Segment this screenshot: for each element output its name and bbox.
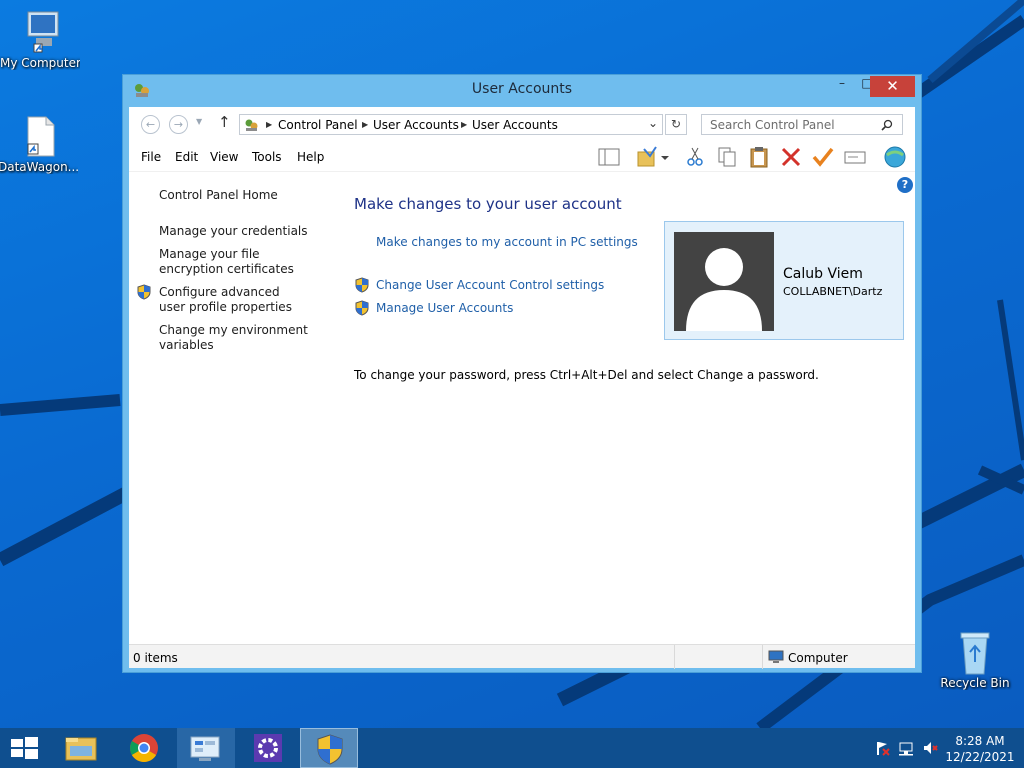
desktop-icon-label: My Computer bbox=[0, 56, 80, 70]
sidebar-manage-credentials[interactable]: Manage your credentials bbox=[159, 224, 329, 239]
layout-pane-icon[interactable] bbox=[597, 146, 621, 168]
forward-button[interactable]: → bbox=[169, 115, 188, 134]
close-button[interactable]: ✕ bbox=[870, 76, 915, 97]
status-divider bbox=[674, 645, 675, 669]
menu-tools[interactable]: Tools bbox=[252, 150, 282, 164]
computer-icon bbox=[768, 650, 784, 663]
desktop-icon-label: Recycle Bin bbox=[940, 676, 1010, 690]
user-accounts-window: User Accounts – □ ✕ ← → ▼ ↑ ▶ Control Pa… bbox=[122, 74, 922, 673]
back-button[interactable]: ← bbox=[141, 115, 160, 134]
status-bar: 0 items Computer bbox=[129, 644, 915, 669]
paste-icon[interactable] bbox=[747, 146, 771, 168]
page-title: Make changes to your user account bbox=[354, 195, 622, 213]
menu-file[interactable]: File bbox=[141, 150, 161, 164]
sidebar-control-panel-home[interactable]: Control Panel Home bbox=[159, 188, 329, 203]
breadcrumb-separator-icon: ▶ bbox=[362, 120, 369, 129]
system-clock[interactable]: 8:28 AM 12/22/2021 bbox=[944, 733, 1016, 765]
status-divider bbox=[762, 645, 763, 669]
user-account-card[interactable]: Calub Viem COLLABNET\Dartz bbox=[664, 221, 904, 340]
manage-user-accounts-link[interactable]: Manage User Accounts bbox=[376, 301, 513, 315]
search-input[interactable]: Search Control Panel bbox=[701, 114, 903, 135]
desktop-icon-datawagon[interactable]: DataWagon... bbox=[0, 114, 78, 174]
recent-locations-icon[interactable]: ▼ bbox=[196, 117, 202, 126]
up-arrow-icon[interactable]: ↑ bbox=[218, 113, 231, 131]
network-icon[interactable] bbox=[898, 740, 914, 756]
taskbar-file-explorer[interactable] bbox=[52, 728, 110, 768]
window-title: User Accounts bbox=[471, 81, 573, 97]
breadcrumb-user-accounts[interactable]: User Accounts bbox=[373, 118, 459, 132]
action-center-flag-icon[interactable] bbox=[874, 740, 890, 756]
cut-icon[interactable] bbox=[683, 146, 707, 168]
shield-icon bbox=[317, 734, 343, 765]
volume-muted-icon[interactable] bbox=[922, 740, 938, 756]
breadcrumb-control-panel[interactable]: Control Panel bbox=[278, 118, 358, 132]
sidebar-advanced-profile-properties[interactable]: Configure advanced user profile properti… bbox=[159, 285, 309, 315]
file-explorer-icon bbox=[65, 737, 97, 761]
uac-settings-link[interactable]: Change User Account Control settings bbox=[376, 278, 604, 292]
control-panel-icon bbox=[245, 119, 258, 131]
menu-help[interactable]: Help bbox=[297, 150, 324, 164]
shield-icon bbox=[355, 300, 369, 316]
sidebar-file-encryption-certificates[interactable]: Manage your file encryption certificates bbox=[159, 247, 319, 277]
sidebar-environment-variables[interactable]: Change my environment variables bbox=[159, 323, 309, 353]
desktop-icon-recycle-bin[interactable]: Recycle Bin bbox=[935, 630, 1015, 690]
monitor-settings-icon bbox=[190, 736, 220, 761]
breadcrumb-current[interactable]: User Accounts bbox=[472, 118, 558, 132]
refresh-button[interactable]: ↻ bbox=[665, 114, 687, 135]
copy-icon[interactable] bbox=[715, 146, 739, 168]
properties-check-icon[interactable] bbox=[811, 146, 835, 168]
chevron-down-icon[interactable] bbox=[659, 146, 671, 168]
user-name: Calub Viem bbox=[783, 266, 863, 282]
folder-options-icon[interactable] bbox=[636, 146, 660, 168]
status-location: Computer bbox=[788, 651, 848, 665]
gear-icon bbox=[254, 734, 282, 762]
breadcrumb-separator-icon: ▶ bbox=[266, 120, 273, 129]
desktop-icon-my-computer[interactable]: My Computer bbox=[0, 10, 80, 70]
help-icon[interactable]: ? bbox=[897, 177, 913, 193]
content-area: ? Control Panel Home Manage your credent… bbox=[129, 172, 915, 644]
address-bar: ← → ▼ ↑ ▶ Control Panel ▶ User Accounts … bbox=[129, 107, 915, 142]
clock-time: 8:28 AM bbox=[955, 734, 1005, 748]
password-hint: To change your password, press Ctrl+Alt+… bbox=[354, 368, 819, 382]
shield-icon bbox=[355, 277, 369, 293]
globe-icon[interactable] bbox=[881, 146, 909, 168]
pc-settings-link[interactable]: Make changes to my account in PC setting… bbox=[376, 235, 638, 249]
minimize-button[interactable]: – bbox=[829, 76, 855, 97]
menu-view[interactable]: View bbox=[210, 150, 238, 164]
shield-icon bbox=[137, 284, 151, 300]
search-icon[interactable] bbox=[881, 119, 893, 131]
chrome-icon bbox=[130, 734, 158, 762]
status-item-count: 0 items bbox=[133, 651, 178, 665]
user-silhouette-icon bbox=[686, 248, 762, 331]
menu-edit[interactable]: Edit bbox=[175, 150, 198, 164]
avatar bbox=[674, 232, 774, 331]
user-domain: COLLABNET\Dartz bbox=[783, 285, 883, 298]
windows-logo-icon bbox=[11, 737, 38, 759]
computer-icon bbox=[18, 10, 62, 54]
recycle-bin-icon bbox=[953, 630, 997, 675]
taskbar-settings[interactable] bbox=[239, 728, 297, 768]
title-bar[interactable]: User Accounts – □ ✕ bbox=[123, 75, 921, 105]
taskbar: 8:28 AM 12/22/2021 bbox=[0, 728, 1024, 768]
menu-bar: File Edit View Tools Help bbox=[129, 142, 915, 172]
breadcrumb-separator-icon: ▶ bbox=[461, 120, 468, 129]
taskbar-chrome[interactable] bbox=[115, 728, 173, 768]
start-button[interactable] bbox=[0, 728, 48, 768]
address-input[interactable]: ▶ Control Panel ▶ User Accounts ▶ User A… bbox=[239, 114, 663, 135]
address-dropdown-icon[interactable]: ⌄ bbox=[648, 116, 658, 130]
rename-icon[interactable] bbox=[843, 146, 867, 168]
clock-date: 12/22/2021 bbox=[945, 750, 1015, 764]
taskbar-user-accounts[interactable] bbox=[300, 728, 358, 768]
taskbar-remote-desktop[interactable] bbox=[177, 728, 235, 768]
document-shortcut-icon bbox=[16, 114, 60, 158]
delete-icon[interactable] bbox=[779, 146, 803, 168]
desktop-icon-label: DataWagon... bbox=[0, 160, 78, 174]
